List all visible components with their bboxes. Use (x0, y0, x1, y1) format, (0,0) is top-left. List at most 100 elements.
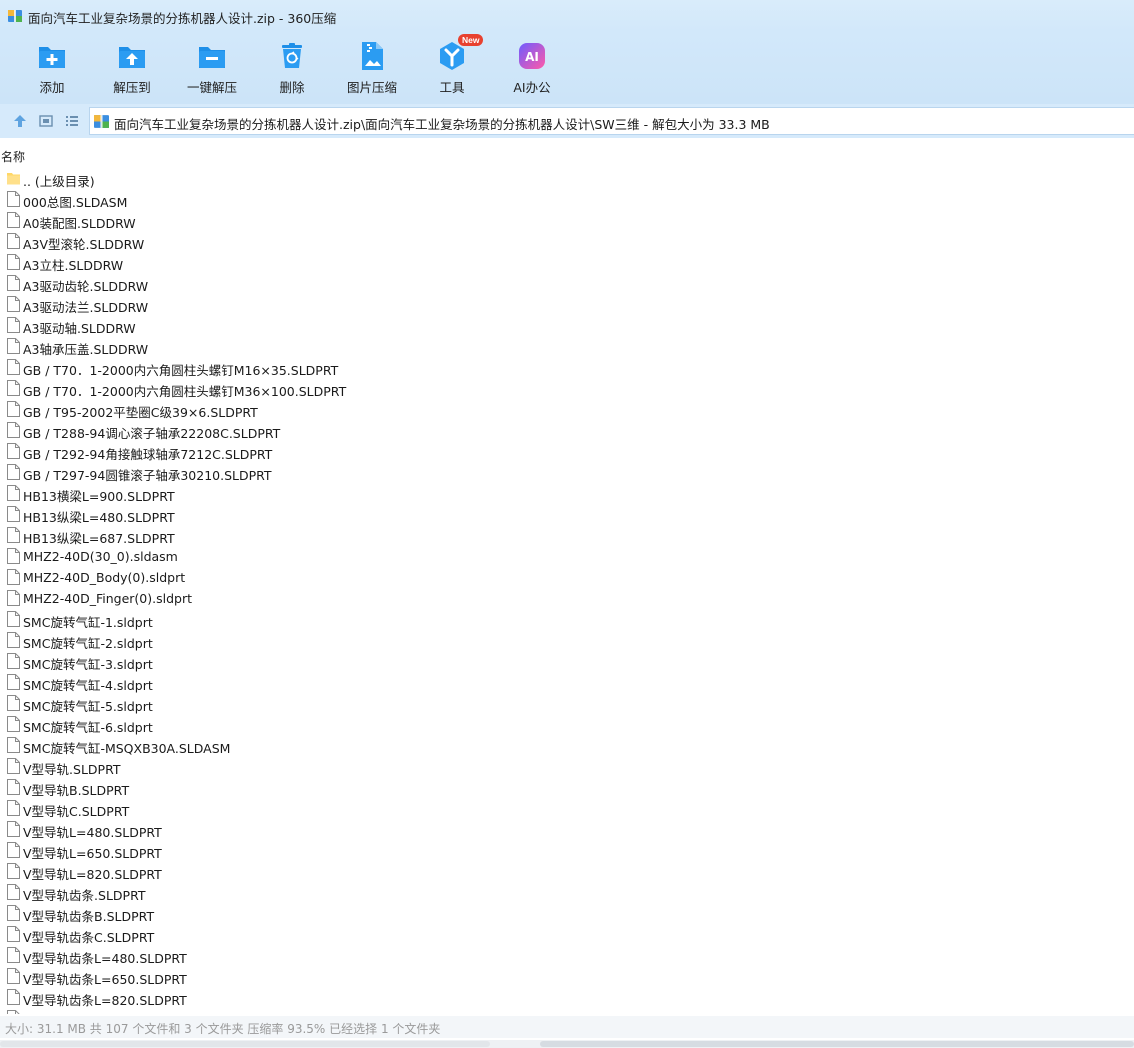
thumbnail-view-icon[interactable] (38, 113, 54, 129)
file-icon (7, 275, 20, 291)
file-row[interactable]: V型导轨.SLDPRT (0, 755, 1134, 777)
name-column-header[interactable]: 名称 (1, 148, 25, 165)
file-row[interactable]: V型导轨L=820.SLDPRT (0, 860, 1134, 882)
delete-button[interactable]: 删除 (252, 38, 332, 100)
file-row[interactable]: A0装配图.SLDDRW (0, 209, 1134, 231)
file-row[interactable]: MHZ2-40D_Finger(0).sldprt (0, 587, 1134, 608)
file-icon (7, 485, 20, 501)
file-row[interactable]: SMC旋转气缸-3.sldprt (0, 650, 1134, 672)
one-click-extract-label: 一键解压 (186, 80, 237, 95)
one-click-extract-button[interactable]: 一键解压 (172, 38, 252, 100)
file-icon (7, 254, 20, 270)
file-list: .. (上级目录) 000总图.SLDASM A0装配图.SLDDRW A3V型滚轮.… (0, 167, 1134, 1014)
address-path: 面向汽车工业复杂场景的分拣机器人设计.zip\面向汽车工业复杂场景的分拣机器人设… (114, 117, 770, 132)
horizontal-scrollbar[interactable] (0, 1040, 1134, 1048)
file-icon (7, 632, 20, 648)
extract-to-icon (119, 47, 145, 68)
file-icon (7, 779, 20, 795)
parent-folder-row[interactable]: .. (上级目录) (0, 167, 1134, 189)
file-icon (7, 737, 20, 753)
file-row[interactable]: A3轴承压盖.SLDDRW (0, 335, 1134, 357)
zip-file-icon (94, 115, 109, 128)
title-bar: 面向汽车工业复杂场景的分拣机器人设计.zip - 360压缩 (0, 0, 1134, 32)
file-row[interactable]: HB13纵梁L=687.SLDPRT (0, 524, 1134, 546)
file-icon (7, 863, 20, 879)
svg-text:AI: AI (525, 50, 539, 64)
add-label: 添加 (39, 80, 65, 95)
file-row[interactable]: GB / T95-2002平垫圈C级39×6.SLDPRT (0, 398, 1134, 420)
ai-office-icon: AI (519, 43, 545, 69)
address-bar: 面向汽车工业复杂场景的分拣机器人设计.zip\面向汽车工业复杂场景的分拣机器人设… (0, 104, 1134, 138)
file-row[interactable]: SMC旋转气缸-4.sldprt (0, 671, 1134, 693)
file-row[interactable]: V型导轨L=480.SLDPRT (0, 818, 1134, 840)
file-icon (7, 506, 20, 522)
file-row[interactable]: V型导轨L=650.SLDPRT (0, 839, 1134, 861)
ai-office-label: AI办公 (513, 80, 551, 95)
file-icon (7, 548, 20, 564)
file-icon (7, 884, 20, 900)
file-row[interactable]: A3驱动法兰.SLDDRW (0, 293, 1134, 315)
file-icon (7, 527, 20, 543)
file-row[interactable]: SMC旋转气缸-1.sldprt (0, 608, 1134, 630)
add-button[interactable]: 添加 (12, 38, 92, 100)
file-row[interactable]: A3驱动齿轮.SLDDRW (0, 272, 1134, 294)
file-row[interactable]: A3立柱.SLDDRW (0, 251, 1134, 273)
file-icon (7, 338, 20, 354)
file-row[interactable]: V型导轨齿条L=650.SLDPRT (0, 965, 1134, 987)
file-row[interactable]: GB / T70．1-2000内六角圆柱头螺钉M16×35.SLDPRT (0, 356, 1134, 378)
file-row[interactable]: HB13横梁L=900.SLDPRT (0, 482, 1134, 504)
file-row[interactable]: A3V型滚轮.SLDDRW (0, 230, 1134, 252)
file-row[interactable]: GB / T288-94调心滚子轴承22208C.SLDPRT (0, 419, 1134, 441)
image-compress-button[interactable]: 图片压缩 (332, 38, 412, 100)
up-arrow-icon[interactable] (12, 113, 28, 129)
file-row[interactable]: SMC旋转气缸-5.sldprt (0, 692, 1134, 714)
file-row[interactable]: 000总图.SLDASM (0, 188, 1134, 210)
file-row[interactable]: GB / T70．1-2000内六角圆柱头螺钉M36×100.SLDPRT (0, 377, 1134, 399)
file-row[interactable]: SMC旋转气缸-MSQXB30A.SLDASM (0, 734, 1134, 756)
file-icon (7, 653, 20, 669)
scrollbar-track-segment (0, 1041, 490, 1047)
file-icon (7, 842, 20, 858)
window-title: 面向汽车工业复杂场景的分拣机器人设计.zip - 360压缩 (28, 11, 337, 26)
column-header: 名称 (0, 138, 1134, 165)
file-icon (7, 422, 20, 438)
file-row[interactable]: A3驱动轴.SLDDRW (0, 314, 1134, 336)
file-icon (7, 947, 20, 963)
file-row[interactable]: MHZ2-40D_Body(0).sldprt (0, 566, 1134, 587)
file-icon (7, 569, 20, 585)
file-row[interactable]: HB13纵梁L=480.SLDPRT (0, 503, 1134, 525)
file-row[interactable]: V型导轨齿条.SLDPRT (0, 881, 1134, 903)
scrollbar-thumb[interactable] (540, 1041, 1134, 1047)
file-icon (7, 401, 20, 417)
file-icon (7, 989, 20, 1005)
status-text: 大小: 31.1 MB 共 107 个文件和 3 个文件夹 压缩率 93.5% … (5, 1022, 441, 1036)
file-icon (7, 380, 20, 396)
toolbar: 添加 解压到 一键解压 删除 图片压缩 New 工具 AI AI办公 (0, 32, 1134, 104)
file-row[interactable]: V型导轨C.SLDPRT (0, 797, 1134, 819)
image-compress-label: 图片压缩 (346, 80, 397, 95)
file-row[interactable]: V型导轨B.SLDPRT (0, 776, 1134, 798)
zip-app-icon (8, 10, 22, 22)
file-row[interactable]: SMC旋转气缸-2.sldprt (0, 629, 1134, 651)
file-icon (7, 1010, 20, 1014)
extract-to-button[interactable]: 解压到 (92, 38, 172, 100)
tools-button[interactable]: New 工具 (412, 34, 492, 100)
file-row[interactable]: MHZ2-40D(30_0).sldasm (0, 545, 1134, 566)
ai-office-button[interactable]: AI AI办公 (492, 38, 572, 100)
file-row[interactable]: V型导轨齿条L=480.SLDPRT (0, 944, 1134, 966)
file-row[interactable]: SMC旋转气缸-6.sldprt (0, 713, 1134, 735)
file-row[interactable]: V型导轨齿条C.SLDPRT (0, 923, 1134, 945)
extract-to-label: 解压到 (113, 80, 151, 95)
file-icon (7, 296, 20, 312)
list-view-icon[interactable] (64, 113, 80, 129)
address-path-field[interactable]: 面向汽车工业复杂场景的分拣机器人设计.zip\面向汽车工业复杂场景的分拣机器人设… (89, 107, 1134, 135)
file-icon (7, 443, 20, 459)
file-row[interactable]: GB / T292-94角接触球轴承7212C.SLDPRT (0, 440, 1134, 462)
file-row[interactable]: V型导轨齿条B.SLDPRT (0, 902, 1134, 924)
delete-icon (282, 43, 302, 68)
file-icon (7, 716, 20, 732)
file-row[interactable]: GB / T297-94圆锥滚子轴承30210.SLDPRT (0, 461, 1134, 483)
file-icon (7, 800, 20, 816)
file-row[interactable]: V型导轨齿条L=820.SLDPRT (0, 986, 1134, 1008)
file-row[interactable]: V型滚轮.SLDPRT (0, 1007, 1134, 1014)
